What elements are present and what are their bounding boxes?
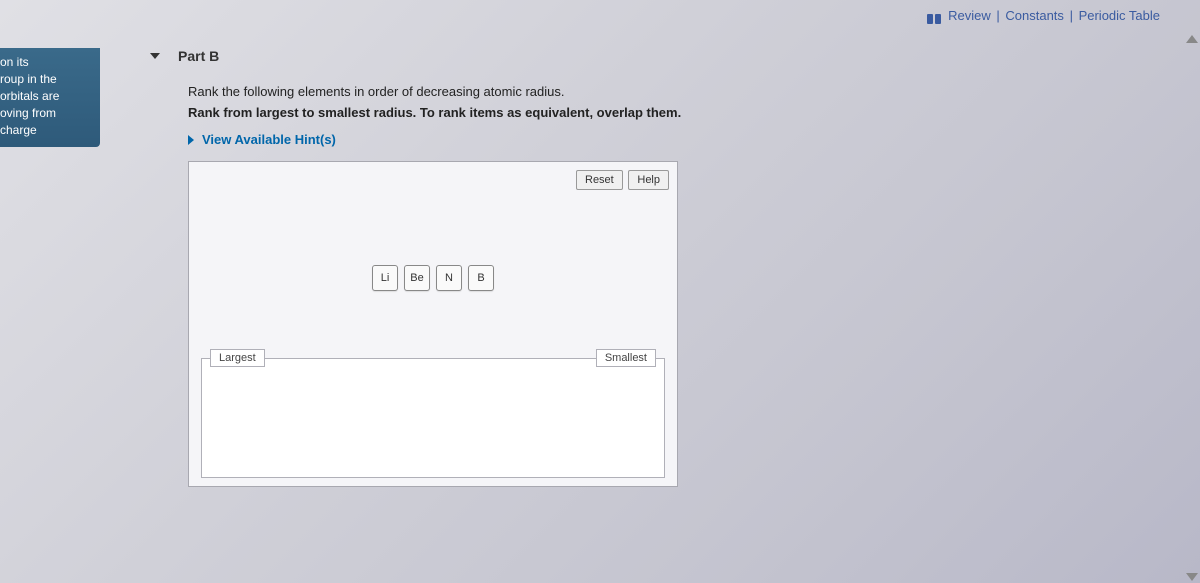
fragment-text: oving from bbox=[0, 105, 94, 122]
element-chip-be[interactable]: Be bbox=[404, 265, 430, 291]
instruction-line-1: Rank the following elements in order of … bbox=[188, 84, 1160, 99]
fragment-text: charge bbox=[0, 122, 94, 139]
caret-right-icon bbox=[188, 135, 194, 145]
hints-label: View Available Hint(s) bbox=[202, 132, 336, 147]
top-links: Review | Constants | Periodic Table bbox=[927, 8, 1161, 23]
dropzone-label-smallest: Smallest bbox=[596, 349, 656, 367]
scroll-up-icon[interactable] bbox=[1186, 35, 1198, 43]
dropzone-label-largest: Largest bbox=[210, 349, 265, 367]
left-panel-fragment: on its roup in the orbitals are oving fr… bbox=[0, 48, 100, 147]
caret-down-icon bbox=[150, 53, 160, 59]
widget-toolbar: Reset Help bbox=[197, 170, 669, 190]
book-icon bbox=[927, 12, 941, 22]
element-chip-li[interactable]: Li bbox=[372, 265, 398, 291]
part-header[interactable]: Part B bbox=[150, 48, 1160, 64]
main-content: Part B Rank the following elements in or… bbox=[150, 48, 1160, 487]
separator: | bbox=[1070, 8, 1073, 23]
ranking-dropzone[interactable]: Largest Smallest bbox=[201, 358, 665, 478]
fragment-text: orbitals are bbox=[0, 88, 94, 105]
reset-button[interactable]: Reset bbox=[576, 170, 623, 190]
fragment-text: on its bbox=[0, 54, 94, 71]
review-link[interactable]: Review bbox=[948, 8, 991, 23]
fragment-text: roup in the bbox=[0, 71, 94, 88]
element-chip-n[interactable]: N bbox=[436, 265, 462, 291]
scroll-down-icon[interactable] bbox=[1186, 573, 1198, 581]
element-chip-b[interactable]: B bbox=[468, 265, 494, 291]
view-hints-toggle[interactable]: View Available Hint(s) bbox=[188, 132, 1160, 147]
periodic-table-link[interactable]: Periodic Table bbox=[1079, 8, 1160, 23]
instruction-line-2: Rank from largest to smallest radius. To… bbox=[188, 105, 1160, 120]
part-title: Part B bbox=[178, 48, 219, 64]
staging-area: Li Be N B bbox=[197, 198, 669, 358]
separator: | bbox=[996, 8, 999, 23]
ranking-widget: Reset Help Li Be N B Largest Smallest bbox=[188, 161, 678, 487]
constants-link[interactable]: Constants bbox=[1005, 8, 1064, 23]
help-button[interactable]: Help bbox=[628, 170, 669, 190]
